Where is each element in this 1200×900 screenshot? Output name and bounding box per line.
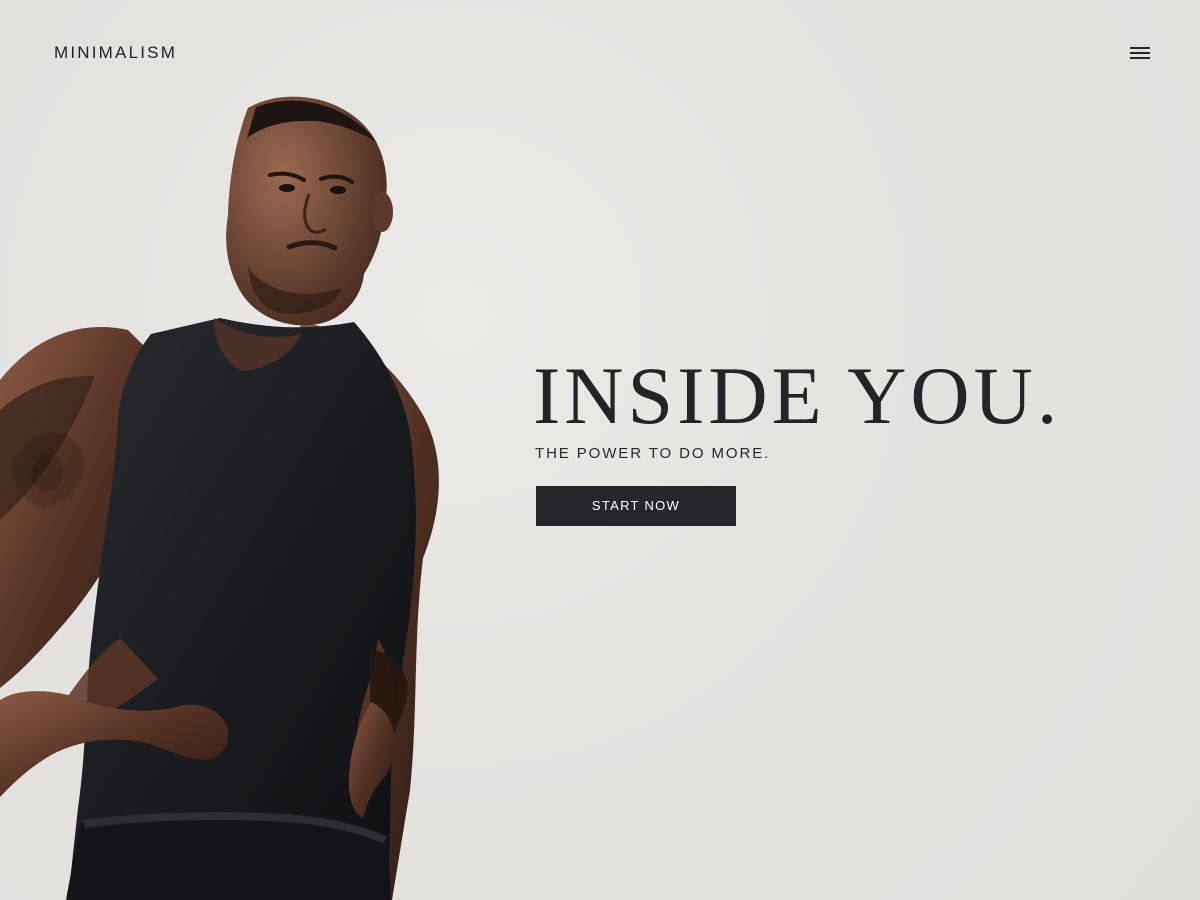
hero-athlete-image: [0, 96, 439, 900]
start-now-button[interactable]: START NOW: [536, 486, 736, 526]
landing-page: MINIMALISM INSIDE YOU. THE POWER TO DO M…: [0, 0, 1200, 900]
menu-bar-top: [1130, 47, 1150, 49]
menu-bar-middle: [1130, 52, 1150, 54]
hero-headline: INSIDE YOU.: [533, 350, 1062, 441]
athlete-figure: [0, 96, 439, 900]
hamburger-menu-icon[interactable]: [1126, 43, 1154, 63]
brand-logo[interactable]: MINIMALISM: [54, 42, 177, 64]
menu-bar-bottom: [1130, 57, 1150, 59]
hero-subheadline: THE POWER TO DO MORE.: [535, 445, 771, 462]
